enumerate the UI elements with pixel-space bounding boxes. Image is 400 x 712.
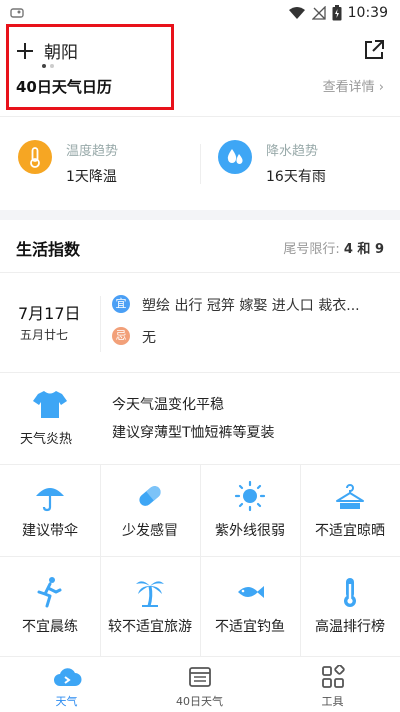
raindrop-circle-icon [218, 140, 252, 174]
divider [0, 116, 400, 117]
wifi-icon [288, 7, 305, 19]
add-city-button[interactable] [14, 40, 36, 62]
hanger-icon [336, 484, 364, 509]
almanac-lunar-date: 五月廿七 [20, 328, 69, 342]
index-travel[interactable]: 较不适宜旅游 [100, 560, 200, 644]
palm-tree-icon [136, 581, 164, 607]
section-separator [0, 210, 400, 220]
index-label: 不适宜钓鱼 [215, 619, 285, 635]
calendar-40day-title[interactable]: 40日天气日历 [16, 76, 112, 97]
index-exercise[interactable]: 不宜晨练 [0, 560, 100, 644]
yi-badge: 宜 [112, 295, 130, 313]
index-label: 不适宜晾晒 [315, 523, 385, 539]
notification-icon [10, 8, 24, 18]
plate-restriction-values: 4 和 9 [343, 242, 384, 257]
index-label: 较不适宜旅游 [108, 619, 192, 635]
tools-icon [321, 665, 345, 688]
index-label: 建议带伞 [22, 523, 78, 539]
thermometer-circle-icon [18, 140, 52, 174]
almanac-divider [100, 296, 101, 352]
calendar-icon [188, 667, 211, 687]
index-heat-ranking[interactable]: 高温排行榜 [300, 560, 400, 644]
index-uv[interactable]: 紫外线很弱 [200, 464, 300, 548]
fish-icon [238, 586, 264, 598]
umbrella-icon [36, 488, 64, 512]
index-label: 高温排行榜 [315, 619, 385, 635]
almanac-date: 7月17日 [18, 304, 81, 323]
index-label: 紫外线很弱 [215, 523, 285, 539]
tab-label: 天气 [55, 695, 78, 708]
life-index-title: 生活指数 [16, 240, 81, 259]
view-details-link[interactable]: 查看详情 › [323, 76, 384, 95]
header: 朝阳 40日天气日历 查看详情 › [0, 30, 400, 106]
index-label: 不宜晨练 [22, 619, 78, 635]
shirt-icon [33, 391, 67, 418]
almanac-yi-text: 塑绘 出行 冠笄 嫁娶 进人口 裁衣... [142, 298, 360, 314]
trend-divider [200, 144, 201, 184]
advice-line-1: 今天气温变化平稳 [112, 397, 224, 413]
tab-label: 40日天气 [176, 695, 223, 708]
status-bar: 10:39 [0, 0, 400, 30]
temperature-trend-value: 1天降温 [66, 169, 117, 185]
clothing-label: 天气炎热 [20, 432, 73, 447]
weather-app-page: 10:39 朝阳 40日天气日历 查看详情 › 温度趋势 1天降温 降水趋势 1… [0, 0, 400, 712]
tab-tools[interactable]: 工具 [266, 657, 399, 712]
ji-badge: 忌 [112, 327, 130, 345]
advice-line-2: 建议穿薄型T恤短裤等夏装 [112, 425, 275, 441]
temperature-trend-title: 温度趋势 [66, 144, 119, 159]
index-umbrella[interactable]: 建议带伞 [0, 464, 100, 548]
city-name[interactable]: 朝阳 [44, 38, 78, 63]
almanac-card[interactable]: 7月17日 五月廿七 宜 塑绘 出行 冠笄 嫁娶 进人口 裁衣... 忌 无 [0, 280, 400, 366]
tab-weather[interactable]: 天气 [0, 657, 133, 712]
index-drying[interactable]: 不适宜晾晒 [300, 464, 400, 548]
index-fishing[interactable]: 不适宜钓鱼 [200, 560, 300, 644]
clothing-advice[interactable]: 天气炎热 今天气温变化平稳 建议穿薄型T恤短裤等夏装 [0, 382, 400, 458]
plate-restriction[interactable]: 尾号限行: 4 和 9 [283, 238, 384, 257]
no-signal-icon [311, 6, 326, 20]
thermometer-icon [344, 578, 356, 607]
bottom-nav: 天气 40日天气 工具 [0, 656, 400, 712]
divider [0, 372, 400, 373]
pill-icon [139, 486, 161, 506]
tab-label: 工具 [321, 695, 344, 708]
almanac-ji-text: 无 [142, 330, 156, 346]
index-label: 少发感冒 [122, 523, 178, 539]
trends-section: 温度趋势 1天降温 降水趋势 16天有雨 [0, 128, 400, 196]
life-index-grid: 建议带伞 少发感冒 紫外线很弱 不适宜晾晒 不宜晨练 较不适宜旅游 不适宜钓鱼 … [0, 464, 400, 656]
share-icon[interactable] [362, 38, 386, 62]
precipitation-trend-title: 降水趋势 [266, 144, 319, 159]
precipitation-trend[interactable]: 降水趋势 16天有雨 [218, 136, 400, 188]
divider [0, 272, 400, 273]
battery-icon [332, 5, 342, 21]
sun-icon [234, 480, 266, 512]
status-icons: 10:39 [288, 5, 388, 21]
cloud-icon [53, 668, 81, 686]
status-time: 10:39 [347, 5, 388, 21]
runner-icon [37, 577, 62, 608]
index-cold[interactable]: 少发感冒 [100, 464, 200, 548]
tab-40-day[interactable]: 40日天气 [133, 657, 266, 712]
plate-restriction-label: 尾号限行: [283, 242, 344, 257]
temperature-trend[interactable]: 温度趋势 1天降温 [18, 136, 208, 188]
page-indicator [42, 64, 54, 68]
precipitation-trend-value: 16天有雨 [266, 169, 326, 185]
